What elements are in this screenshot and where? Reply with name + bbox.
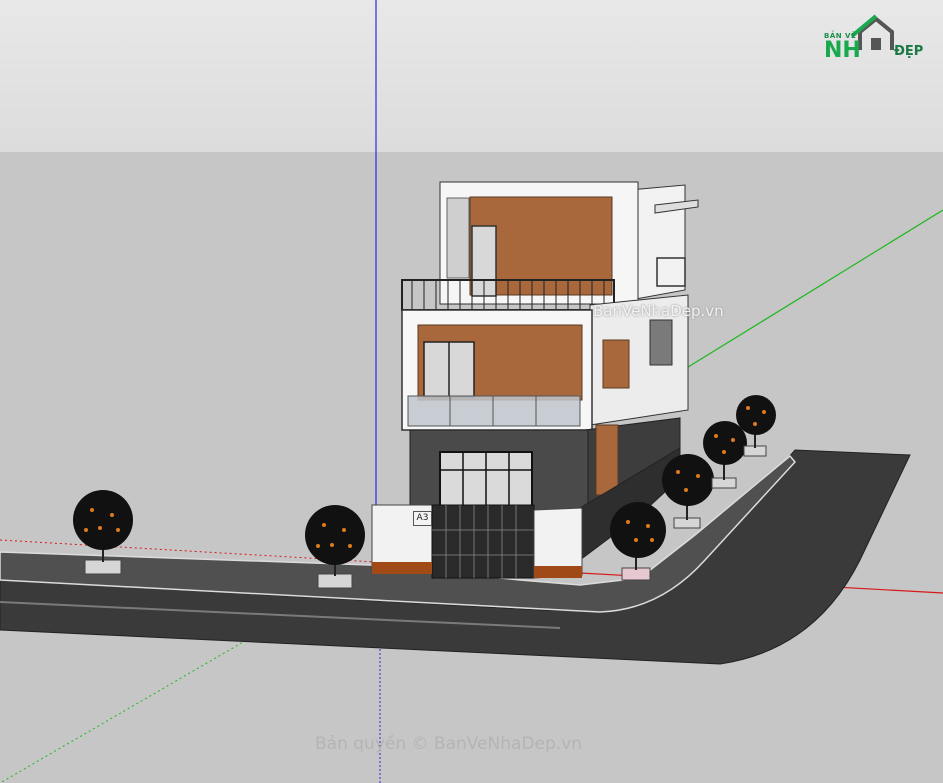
glass-balcony-railing <box>407 395 581 427</box>
watermark-bottom: Bản quyền © BanVeNhaDep.vn <box>315 734 583 754</box>
ground-floor-side-brick <box>595 424 619 496</box>
green-axis-line <box>679 209 943 373</box>
site-logo: BẢN VẼ NH ĐẸP <box>822 14 934 64</box>
viewport[interactable]: A3 BẢN VẼ NH ĐẸP BanVeNhaDep.vn Bản quyề… <box>0 0 943 783</box>
logo-suffix-text: ĐẸP <box>894 44 924 59</box>
model-scene[interactable] <box>0 0 943 783</box>
fence-base-left <box>372 562 432 574</box>
entry-gate <box>431 504 535 579</box>
watermark-middle: BanVeNhaDep.vn <box>593 302 724 320</box>
middle-side-window <box>649 319 673 366</box>
top-floor-left-panel <box>446 197 470 279</box>
fence-base-right <box>534 566 582 578</box>
logo-main-text: NH <box>824 38 861 63</box>
house-number-plate: A3 <box>413 511 432 526</box>
tree-4 <box>662 454 714 529</box>
middle-side-brick <box>602 339 630 389</box>
